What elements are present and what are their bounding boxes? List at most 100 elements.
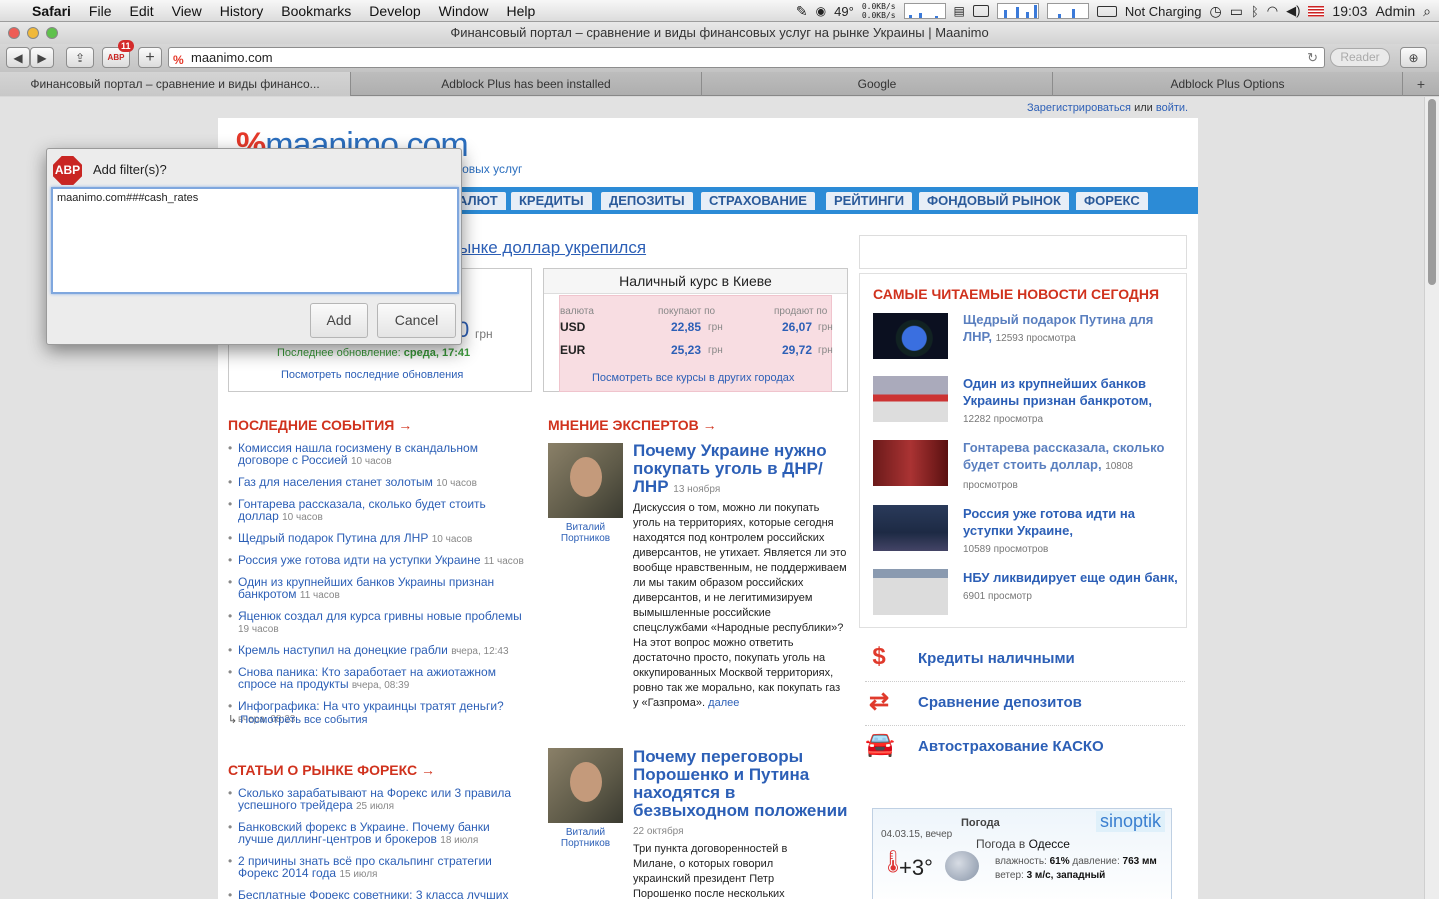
- display-icon[interactable]: ▭: [1230, 3, 1243, 20]
- news-item-4[interactable]: Россия уже готова идти на уступки Украин…: [963, 505, 1178, 558]
- expert-name[interactable]: Виталий Портников: [548, 827, 623, 849]
- cancel-button[interactable]: Cancel: [377, 303, 456, 338]
- list-item[interactable]: Комиссия нашла госизмену в скандальном д…: [228, 442, 528, 468]
- register-link[interactable]: Зарегистрироваться: [1027, 102, 1131, 114]
- spotlight-search-icon[interactable]: ⌕: [1423, 3, 1431, 20]
- clock[interactable]: 19:03: [1332, 3, 1367, 19]
- network-speed[interactable]: 0.0KB/s 0.0KB/s: [862, 2, 896, 20]
- menu-window[interactable]: Window: [430, 3, 498, 19]
- events-title[interactable]: ПОСЛЕДНИЕ СОБЫТИЯ →: [228, 417, 412, 433]
- car-insurance-icon[interactable]: 🚘: [865, 731, 895, 759]
- reload-icon[interactable]: ↻: [1307, 48, 1318, 67]
- disk-graph-icon[interactable]: [1046, 3, 1089, 19]
- menu-safari[interactable]: Safari: [23, 3, 80, 19]
- news-image-press[interactable]: [873, 505, 948, 551]
- close-window-button[interactable]: [8, 27, 20, 39]
- news-item-1[interactable]: Щедрый подарок Путина для ЛНР, 12593 про…: [963, 311, 1178, 347]
- nav-stock-market[interactable]: ФОНДОВЫЙ РЫНОК: [919, 192, 1069, 210]
- news-item-3[interactable]: Гонтарева рассказала, сколько будет стои…: [963, 439, 1178, 494]
- main-headline[interactable]: ынке доллар укрепился: [459, 238, 646, 258]
- gesture-icon[interactable]: ✎: [796, 3, 808, 20]
- network-graph-icon[interactable]: [903, 3, 946, 19]
- news-image-matches[interactable]: [873, 313, 948, 359]
- news-item-2[interactable]: Один из крупнейших банков Украины призна…: [963, 375, 1178, 428]
- cpu-graph-icon[interactable]: [996, 3, 1039, 19]
- expert-article-title[interactable]: Почему Украине нужно покупать уголь в ДН…: [633, 442, 848, 499]
- experts-title[interactable]: МНЕНИЕ ЭКСПЕРТОВ →: [548, 417, 717, 433]
- arrows-icon[interactable]: ⇄: [865, 688, 893, 716]
- cpu-temp-icon[interactable]: ◉: [816, 4, 826, 18]
- reader-button[interactable]: Reader: [1330, 48, 1390, 67]
- minimize-window-button[interactable]: [27, 27, 39, 39]
- read-more-link[interactable]: далее: [708, 697, 739, 709]
- expert-name[interactable]: Виталий Портников: [548, 522, 623, 544]
- service-deposit-compare[interactable]: Сравнение депозитов: [918, 694, 1082, 711]
- expert-article-title[interactable]: Почему переговоры Порошенко и Путина нах…: [633, 748, 848, 841]
- list-item[interactable]: Россия уже готова идти на уступки Украин…: [228, 554, 528, 568]
- expert-photo[interactable]: [548, 443, 623, 518]
- list-item[interactable]: Сколько зарабатывают на Форекс или 3 пра…: [228, 787, 528, 813]
- forward-button[interactable]: ▶: [30, 47, 54, 68]
- nav-insurance[interactable]: СТРАХОВАНИЕ: [701, 192, 815, 210]
- list-item[interactable]: Газ для населения станет золотым 10 часо…: [228, 476, 528, 490]
- list-item[interactable]: Один из крупнейших банков Украины призна…: [228, 576, 528, 602]
- address-bar[interactable]: % maanimo.com ↻: [168, 47, 1325, 68]
- list-item[interactable]: 2 причины знать всё про скальпинг страте…: [228, 855, 528, 881]
- temperature-reading[interactable]: 49°: [834, 4, 854, 19]
- all-events-link[interactable]: Посмотреть все события: [240, 714, 367, 726]
- volume-icon[interactable]: ◀): [1286, 3, 1300, 19]
- menu-develop[interactable]: Develop: [360, 3, 429, 19]
- menu-file[interactable]: File: [80, 3, 121, 19]
- nav-deposits[interactable]: ДЕПОЗИТЫ: [601, 192, 693, 210]
- list-item[interactable]: Снова паника: Кто заработает на ажиотажн…: [228, 666, 528, 692]
- filter-input[interactable]: maanimo.com###cash_rates: [51, 187, 459, 294]
- list-item[interactable]: Яценюк создал для курса гривны новые про…: [228, 610, 528, 636]
- news-item-5[interactable]: НБУ ликвидирует еще один банк, 6901 прос…: [963, 569, 1178, 605]
- news-image-bank[interactable]: [873, 376, 948, 422]
- menu-history[interactable]: History: [211, 3, 273, 19]
- battery-icon[interactable]: [1096, 5, 1117, 17]
- battery-status[interactable]: Not Charging: [1125, 4, 1202, 19]
- list-item[interactable]: Бесплатные Форекс советники: 3 класса лу…: [228, 889, 528, 899]
- menu-help[interactable]: Help: [497, 3, 544, 19]
- share-button[interactable]: ⇪: [66, 47, 94, 68]
- service-cash-credits[interactable]: Кредиты наличными: [918, 650, 1075, 667]
- nav-forex[interactable]: ФОРЕКС: [1076, 192, 1148, 210]
- all-rates-link[interactable]: Посмотреть все курсы в других городах: [592, 372, 794, 384]
- new-tab-button[interactable]: +: [1403, 72, 1439, 95]
- battery-monitor-icon[interactable]: [972, 5, 989, 17]
- wifi-icon[interactable]: ◠: [1267, 3, 1278, 19]
- list-item[interactable]: Кремль наступил на донецкие грабли вчера…: [228, 644, 528, 658]
- bluetooth-icon[interactable]: ᛒ: [1251, 4, 1259, 19]
- tab-adblock-installed[interactable]: Adblock Plus has been installed: [351, 72, 702, 96]
- memory-icon[interactable]: ▤: [954, 4, 965, 18]
- add-bookmark-button[interactable]: +: [138, 47, 162, 68]
- news-image-nbu[interactable]: [873, 569, 948, 615]
- money-bag-icon[interactable]: $: [865, 643, 893, 671]
- list-item[interactable]: Гонтарева рассказала, сколько будет стои…: [228, 498, 528, 524]
- user-menu[interactable]: Admin: [1375, 3, 1415, 19]
- nav-credits[interactable]: КРЕДИТЫ: [511, 192, 592, 210]
- tab-maanimo[interactable]: Финансовый портал – сравнение и виды фин…: [0, 72, 351, 96]
- us-flag-icon[interactable]: [1308, 5, 1325, 17]
- expert-photo[interactable]: [548, 748, 623, 823]
- time-machine-icon[interactable]: ◷: [1209, 3, 1221, 20]
- tab-google[interactable]: Google: [702, 72, 1053, 96]
- downloads-button[interactable]: ⊕: [1400, 47, 1427, 68]
- list-item[interactable]: Щедрый подарок Путина для ЛНР 10 часов: [228, 532, 528, 546]
- list-item[interactable]: Банковский форекс в Украине. Почему банк…: [228, 821, 528, 847]
- service-kasko[interactable]: Автострахование КАСКО: [918, 738, 1104, 755]
- sinoptik-logo[interactable]: sinoptik: [1095, 811, 1165, 832]
- zoom-window-button[interactable]: [46, 27, 58, 39]
- add-button[interactable]: Add: [310, 303, 368, 338]
- view-updates-link[interactable]: Посмотреть последние обновления: [281, 369, 463, 381]
- page-scrollbar[interactable]: [1424, 97, 1439, 899]
- menu-edit[interactable]: Edit: [120, 3, 162, 19]
- tab-adblock-options[interactable]: Adblock Plus Options: [1053, 72, 1403, 96]
- forex-title[interactable]: СТАТЬИ О РЫНКЕ ФОРЕКС →: [228, 762, 435, 778]
- menu-view[interactable]: View: [163, 3, 211, 19]
- news-image-gontareva[interactable]: [873, 440, 948, 486]
- menu-bookmarks[interactable]: Bookmarks: [272, 3, 360, 19]
- back-button[interactable]: ◀: [6, 47, 30, 68]
- scrollbar-thumb[interactable]: [1428, 99, 1436, 285]
